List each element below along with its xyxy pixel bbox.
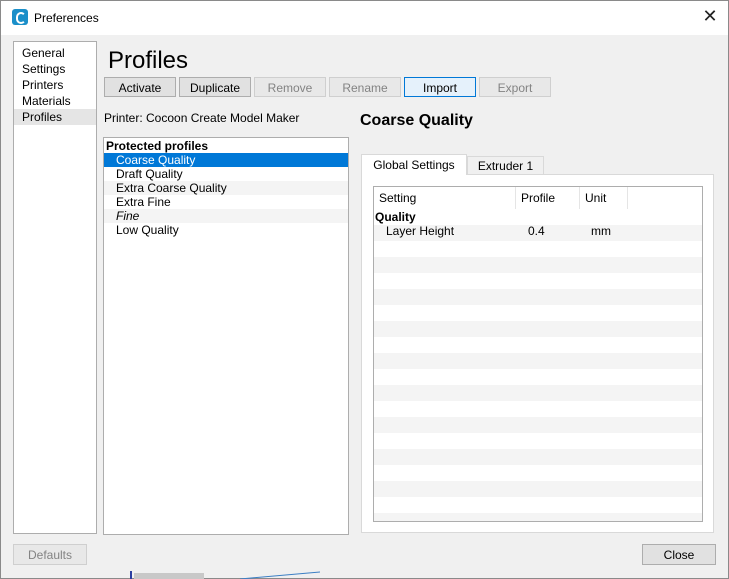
close-button[interactable]: Close xyxy=(642,544,716,565)
close-icon[interactable]: ✕ xyxy=(701,7,719,25)
profile-item-fine[interactable]: Fine xyxy=(104,209,348,223)
import-button[interactable]: Import xyxy=(404,77,476,97)
export-button[interactable]: Export xyxy=(479,77,551,97)
column-header-profile[interactable]: Profile xyxy=(516,187,580,209)
table-row-bands xyxy=(374,209,702,521)
nav-item-general[interactable]: General xyxy=(14,45,96,61)
activate-button[interactable]: Activate xyxy=(104,77,176,97)
column-header-setting[interactable]: Setting xyxy=(374,187,516,209)
printer-label: Printer: Cocoon Create Model Maker xyxy=(104,111,300,125)
page-title: Profiles xyxy=(108,47,189,74)
background-window-strip xyxy=(130,571,320,579)
preferences-window: Preferences ✕ General Settings Printers … xyxy=(0,0,729,579)
profile-item-extra-coarse-quality[interactable]: Extra Coarse Quality xyxy=(104,181,348,195)
window-title: Preferences xyxy=(34,11,99,25)
profile-section-header: Protected profiles xyxy=(106,139,209,153)
nav-item-profiles[interactable]: Profiles xyxy=(14,109,96,125)
title-bar: Preferences ✕ xyxy=(1,1,728,35)
table-cell-setting: Layer Height xyxy=(386,224,455,238)
defaults-button[interactable]: Defaults xyxy=(13,544,87,565)
preferences-nav: General Settings Printers Materials Prof… xyxy=(13,41,97,534)
profile-list[interactable]: Protected profiles Coarse Quality Draft … xyxy=(103,137,349,535)
rename-button[interactable]: Rename xyxy=(329,77,401,97)
profile-item-coarse-quality[interactable]: Coarse Quality xyxy=(104,153,348,167)
settings-table[interactable]: Setting Profile Unit Quality Layer Heigh… xyxy=(373,186,703,522)
tab-extruder-1[interactable]: Extruder 1 xyxy=(467,156,544,174)
nav-item-printers[interactable]: Printers xyxy=(14,77,96,93)
nav-item-materials[interactable]: Materials xyxy=(14,93,96,109)
cura-app-icon xyxy=(12,9,28,25)
profile-item-draft-quality[interactable]: Draft Quality xyxy=(104,167,348,181)
tab-global-settings[interactable]: Global Settings xyxy=(361,154,467,175)
table-cell-profile: 0.4 xyxy=(528,224,545,238)
nav-item-settings[interactable]: Settings xyxy=(14,61,96,77)
remove-button[interactable]: Remove xyxy=(254,77,326,97)
profile-item-low-quality[interactable]: Low Quality xyxy=(104,223,348,237)
duplicate-button[interactable]: Duplicate xyxy=(179,77,251,97)
table-cell-unit: mm xyxy=(591,224,611,238)
profile-item-extra-fine[interactable]: Extra Fine xyxy=(104,195,348,209)
profile-detail-title: Coarse Quality xyxy=(360,112,473,129)
column-header-unit[interactable]: Unit xyxy=(580,187,628,209)
